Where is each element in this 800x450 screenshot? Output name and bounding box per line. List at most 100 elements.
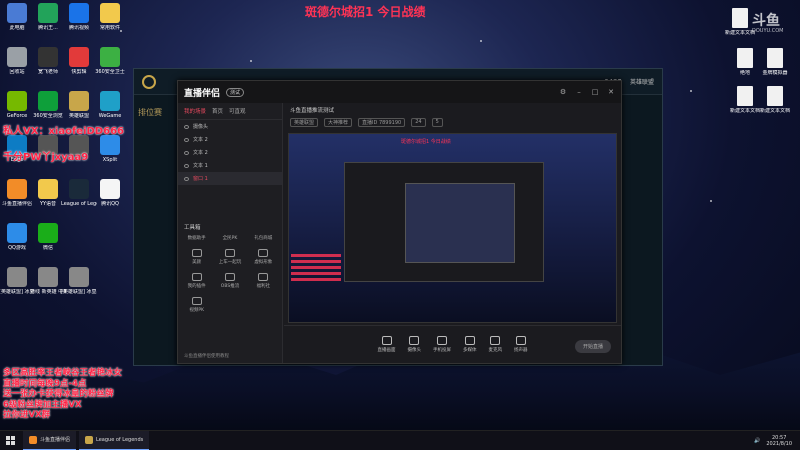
- settings-gear-icon[interactable]: ⚙: [559, 88, 567, 96]
- scene-item[interactable]: 摄像头: [178, 120, 282, 133]
- companion-tab[interactable]: 我的场景: [184, 107, 206, 115]
- desktop-icon[interactable]: 金牌模拟器: [757, 48, 793, 76]
- tool-icon: [191, 249, 202, 257]
- desktop-icon[interactable]: 360安全卫士: [92, 47, 128, 75]
- stream-tag[interactable]: 英雄联盟: [290, 118, 319, 127]
- clock[interactable]: 20:57 2021/8/10: [766, 435, 792, 447]
- companion-test-badge: 测试: [226, 87, 245, 97]
- source-button-label: 手机投屏: [433, 348, 451, 353]
- eye-icon[interactable]: [184, 137, 189, 142]
- douyu-watermark-sub: DOUYU.COM: [752, 28, 784, 34]
- app-icon: [7, 223, 27, 243]
- close-icon[interactable]: ✕: [607, 88, 615, 96]
- start-button[interactable]: [0, 431, 20, 450]
- source-button-label: 扬声器: [514, 348, 528, 353]
- stream-tag[interactable]: 大神推荐: [324, 118, 353, 127]
- maximize-icon[interactable]: □: [591, 88, 599, 96]
- stream-preview[interactable]: 斑德尔城招1 今日战绩: [288, 133, 617, 323]
- league-logo-icon: [142, 74, 156, 89]
- eye-icon[interactable]: [184, 150, 189, 155]
- source-icon: [381, 336, 392, 345]
- source-icon: [409, 336, 420, 345]
- stream-tag[interactable]: 直播ID 7899190: [358, 118, 406, 127]
- toolbox-item-label: 视频PK: [189, 308, 204, 313]
- league-ranked-label[interactable]: 排位赛: [134, 95, 174, 130]
- toolbox-grid: 数据助手 全民PK 礼包商城美颜 上车一起玩 虚拟形象我的插件 OBS推流 福利社视频PK: [180, 235, 280, 313]
- eye-icon[interactable]: [184, 124, 189, 129]
- note-line: 多区高胜率王者峡谷王者艳冰女: [3, 368, 123, 378]
- companion-tab[interactable]: 可直观: [229, 107, 246, 115]
- desktop-icon[interactable]: [英雄联盟] 冰皇小飞...: [61, 267, 97, 295]
- app-icon: [69, 3, 89, 23]
- source-button[interactable]: 多媒体: [463, 336, 477, 353]
- scene-item[interactable]: 文本 1: [178, 159, 282, 172]
- scene-item[interactable]: 文本 2: [178, 133, 282, 146]
- stream-info: 斗鱼直播推流测试 英雄联盟 大神推荐 直播ID 7899190 24 5: [284, 103, 621, 131]
- source-icon: [437, 336, 447, 345]
- toolbox-item[interactable]: OBS推流: [213, 273, 246, 289]
- system-tray: 🔊 20:57 2021/8/10: [754, 435, 800, 447]
- source-button-label: 麦克风: [488, 348, 503, 353]
- tutorial-link[interactable]: 斗鱼直播伴侣使用教程: [184, 353, 229, 359]
- taskbar-item[interactable]: 斗鱼直播伴侣: [23, 430, 77, 450]
- start-live-button[interactable]: 开始直播: [574, 340, 611, 353]
- desktop-icon-label: [英雄联盟] 冰皇小飞...: [61, 289, 97, 295]
- desktop-icon[interactable]: 新建文本文档: [757, 86, 793, 114]
- app-icon: [85, 435, 94, 444]
- source-button[interactable]: 手机投屏: [433, 336, 451, 353]
- source-button-label: 多媒体: [463, 348, 477, 353]
- source-button[interactable]: 麦克风: [488, 336, 503, 353]
- source-icon: [490, 336, 501, 345]
- source-button[interactable]: 摄像头: [408, 336, 421, 353]
- desktop-icon[interactable]: WeGame: [92, 91, 128, 119]
- taskbar-item-label: League of Legends: [96, 436, 144, 443]
- source-button[interactable]: 扬声器: [514, 336, 528, 353]
- toolbox-item[interactable]: 我的插件: [180, 273, 213, 289]
- eye-icon[interactable]: [184, 163, 189, 168]
- minimize-icon[interactable]: –: [575, 88, 583, 96]
- app-icon: [100, 91, 120, 111]
- app-icon: [7, 47, 27, 67]
- toolbox-tab[interactable]: 数据助手: [180, 235, 213, 241]
- desktop-icon[interactable]: XSplit: [92, 135, 128, 163]
- douyu-live-companion-window[interactable]: 直播伴侣 测试 ⚙ – □ ✕ 我的场景 首页 可直观 摄像头 文本 2 文本 2 文本 …: [177, 80, 622, 364]
- toolbox-tab[interactable]: 全民PK: [213, 235, 246, 241]
- desktop-icon-label: 360安全卫士: [95, 69, 125, 75]
- desktop-icon[interactable]: 腾讯QQ: [92, 179, 128, 207]
- tool-icon: [224, 273, 235, 281]
- stream-title[interactable]: 斗鱼直播推流测试: [290, 106, 615, 114]
- app-icon: [100, 135, 120, 155]
- desktop-icon[interactable]: 微信: [30, 223, 66, 251]
- app-icon: [38, 223, 58, 243]
- tool-icon: [258, 249, 269, 257]
- companion-tab[interactable]: 首页: [212, 107, 223, 115]
- note-pw: 千分PW丫jxyaa9: [3, 152, 89, 163]
- toolbox-item[interactable]: 虚拟形象: [247, 249, 280, 265]
- toolbox-item[interactable]: 上车一起玩: [213, 249, 246, 265]
- volume-icon[interactable]: 🔊: [754, 438, 760, 444]
- note-line: 直播时间每晚9点-4点: [3, 378, 87, 389]
- tool-icon: [258, 273, 269, 281]
- league-brand: 英雄联盟: [629, 79, 654, 86]
- app-icon: [100, 179, 120, 199]
- toolbox-item-label: 福利社: [256, 284, 271, 289]
- toolbox-tab[interactable]: 礼包商城: [247, 235, 280, 241]
- toolbox-item[interactable]: 美颜: [180, 249, 213, 265]
- stream-tag[interactable]: 5: [431, 118, 443, 127]
- windows-logo-icon: [5, 436, 15, 445]
- taskbar-item[interactable]: League of Legends: [79, 430, 150, 450]
- source-button[interactable]: 直播画面: [378, 336, 396, 353]
- eye-icon[interactable]: [184, 176, 189, 181]
- star: [250, 60, 252, 62]
- toolbox-item[interactable]: 视频PK: [180, 297, 213, 313]
- toolbox-item[interactable]: 福利社: [247, 273, 280, 289]
- app-icon: [69, 91, 89, 111]
- app-icon: [38, 179, 58, 199]
- scene-item[interactable]: 文本 2: [178, 146, 282, 159]
- desktop-icon[interactable]: 常用软件: [92, 3, 128, 31]
- tool-icon: [191, 297, 202, 305]
- stream-tag[interactable]: 24: [411, 118, 426, 127]
- note-vx: 私人VX：xiaofeiDD666: [3, 126, 124, 137]
- scene-item[interactable]: 窗口 1: [178, 172, 282, 185]
- app-icon: [69, 179, 89, 199]
